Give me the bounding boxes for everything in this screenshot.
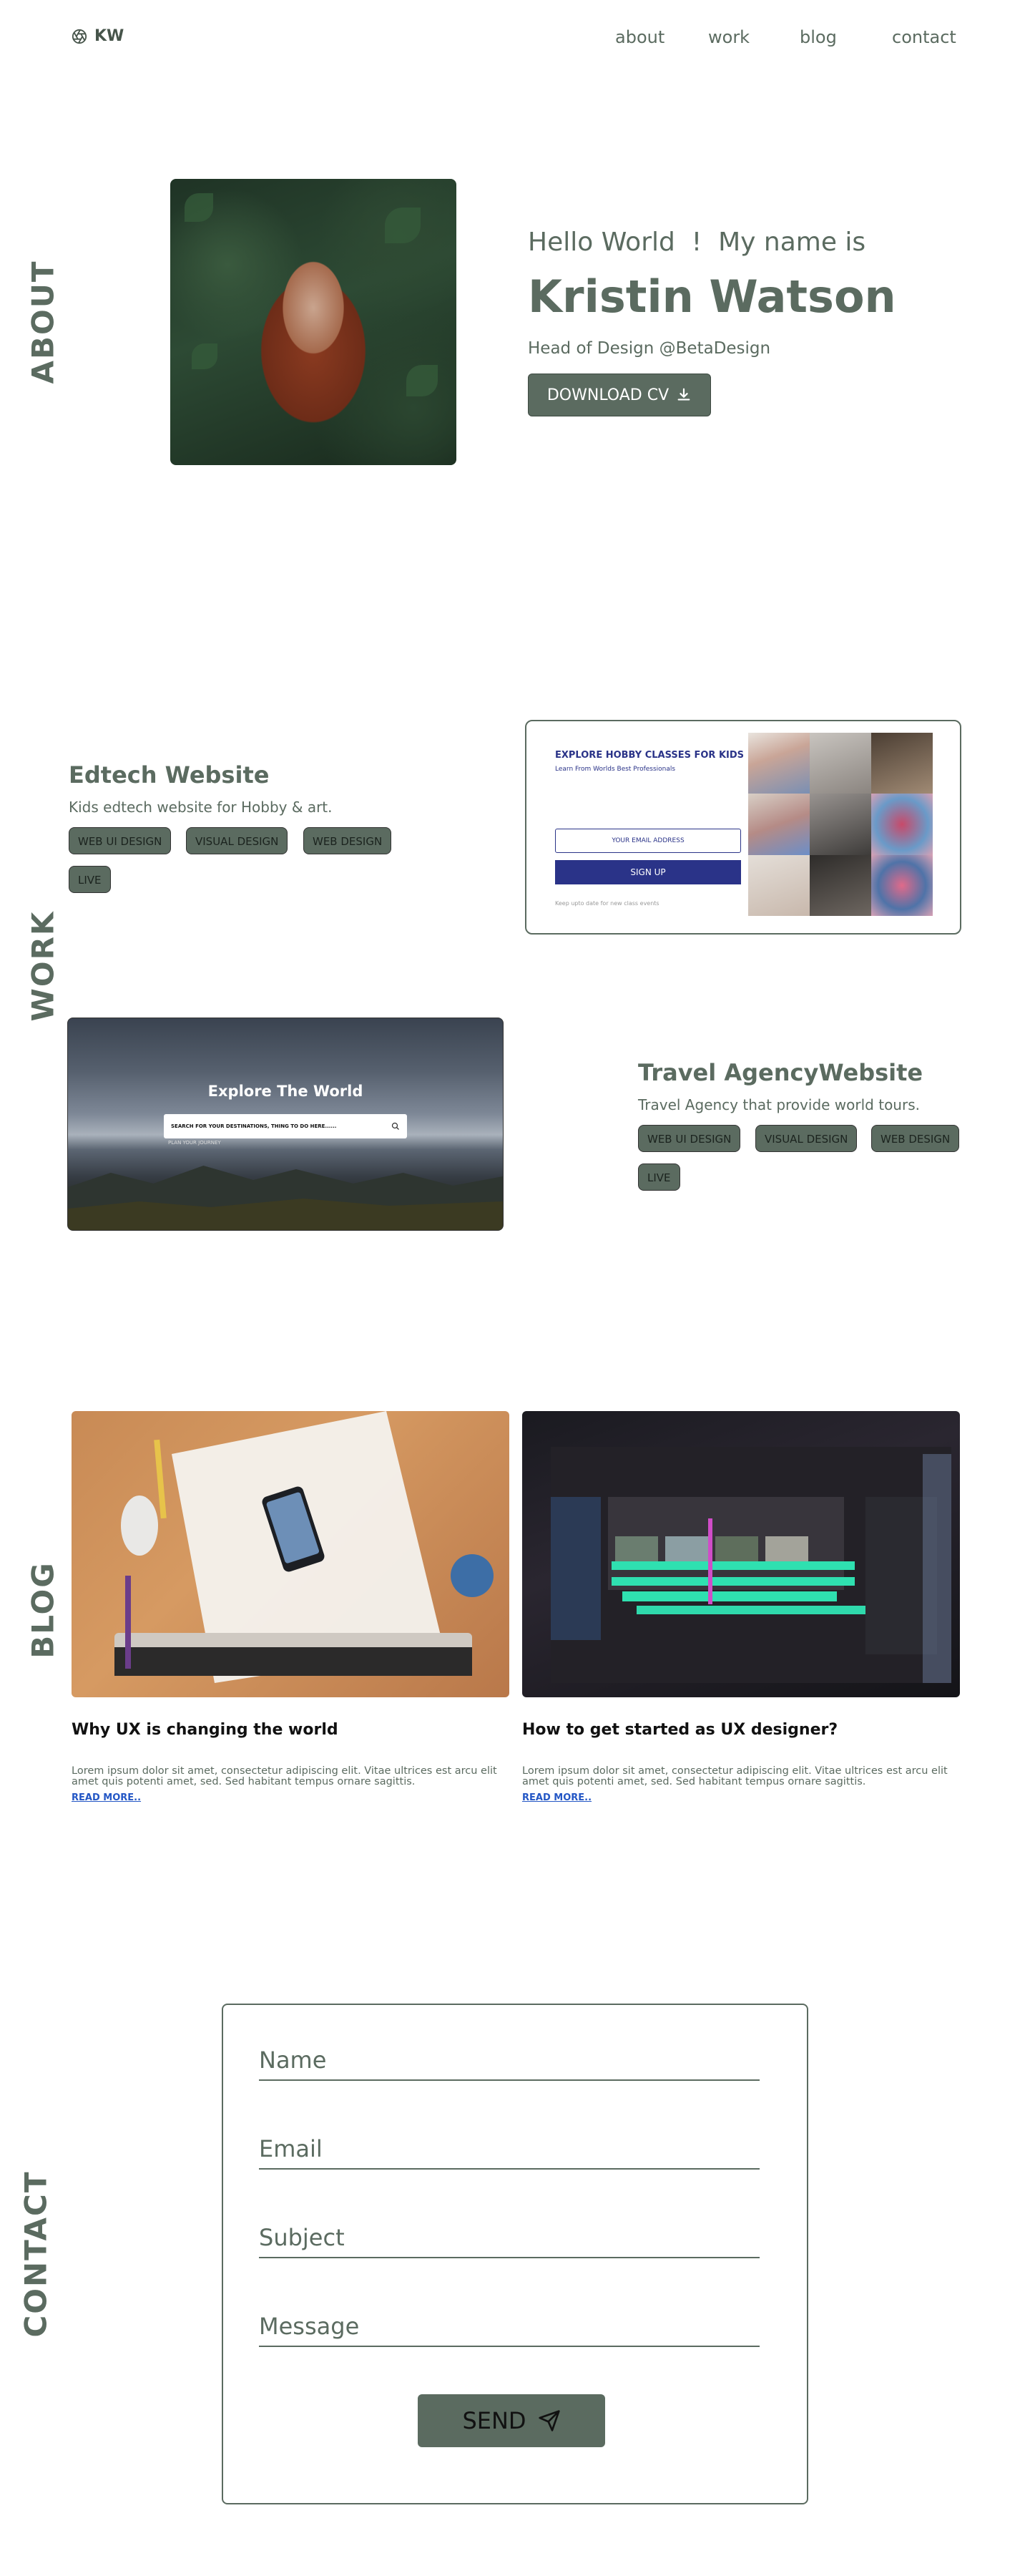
section-label-blog: BLOG [25,1561,61,1659]
nav-contact[interactable]: contact [892,27,956,47]
project-description: Travel Agency that provide world tours. [638,1096,920,1113]
nav-work[interactable]: work [708,27,750,47]
aperture-icon [72,29,87,44]
read-more-link[interactable]: READ MORE.. [522,1792,592,1803]
subject-field-label: Subject [259,2224,345,2251]
preview-checkbox-label: Keep upto date for new class events [555,900,659,907]
preview-location-label: PLAN YOUR JOURNEY [168,1140,221,1146]
preview-search-placeholder: SEARCH FOR YOUR DESTINATIONS, THING TO D… [171,1123,337,1129]
project-tag: VISUAL DESIGN [755,1125,858,1152]
name-field-label: Name [259,2046,327,2074]
send-button[interactable]: SEND [418,2394,605,2447]
greeting-text: Hello World ! My name is [528,228,866,257]
download-icon [677,388,690,401]
preview-image-collage [748,733,933,916]
profile-photo [170,179,456,465]
email-field[interactable]: Email [259,2135,760,2170]
project-tag: WEB UI DESIGN [69,827,172,854]
edtech-preview[interactable]: EXPLORE HOBBY CLASSES FOR KIDS Learn Fro… [525,720,961,935]
download-cv-label: DOWNLOAD CV [546,386,670,404]
project-tag: WEB UI DESIGN [638,1125,741,1152]
message-field[interactable]: Message [259,2313,760,2347]
paper-plane-icon [538,2410,560,2431]
brand-logo[interactable]: KW [72,27,124,45]
download-cv-button[interactable]: DOWNLOAD CV [528,374,711,416]
blog-image-video-editor[interactable] [522,1411,960,1697]
subject-field[interactable]: Subject [259,2224,760,2258]
preview-email-input: YOUR EMAIL ADDRESS [555,829,741,853]
mountain-silhouette [68,1166,503,1230]
email-field-label: Email [259,2135,323,2162]
blog-post-excerpt: Lorem ipsum dolor sit amet, consectetur … [72,1765,497,1787]
contact-form: Name Email Subject Message SEND [222,2004,808,2504]
person-name: Kristin Watson [528,270,896,323]
blog-post-excerpt: Lorem ipsum dolor sit amet, consectetur … [522,1765,948,1787]
search-icon [391,1122,399,1130]
preview-heading: Explore The World [207,1083,363,1100]
live-tag[interactable]: LIVE [638,1163,680,1191]
live-tag[interactable]: LIVE [69,866,111,893]
nav-about[interactable]: about [615,27,664,47]
message-field-label: Message [259,2313,360,2340]
nav-blog[interactable]: blog [800,27,837,47]
section-label-work: WORK [25,910,61,1022]
send-label: SEND [462,2407,526,2434]
preview-subheading: Learn From Worlds Best Professionals [555,766,676,773]
blog-image-design-desk[interactable] [72,1411,509,1697]
preview-signup-button: SIGN UP [555,860,741,884]
project-title: Travel AgencyWebsite [638,1059,923,1086]
preview-search-bar: SEARCH FOR YOUR DESTINATIONS, THING TO D… [164,1114,407,1138]
project-description: Kids edtech website for Hobby & art. [69,799,333,816]
job-title: Head of Design @BetaDesign [528,339,771,358]
blog-post-title[interactable]: Why UX is changing the world [72,1721,338,1739]
project-title: Edtech Website [69,761,270,789]
name-field[interactable]: Name [259,2046,760,2081]
travel-preview[interactable]: Explore The World SEARCH FOR YOUR DESTIN… [67,1018,504,1231]
project-tag: VISUAL DESIGN [186,827,288,854]
project-tag: WEB DESIGN [303,827,392,854]
section-label-about: ABOUT [25,260,61,384]
brand-name: KW [94,27,124,45]
project-tag: WEB DESIGN [871,1125,960,1152]
section-label-contact: CONTACT [18,2170,54,2338]
blog-post-title[interactable]: How to get started as UX designer? [522,1721,838,1739]
read-more-link[interactable]: READ MORE.. [72,1792,141,1803]
preview-heading: EXPLORE HOBBY CLASSES FOR KIDS [555,750,745,761]
